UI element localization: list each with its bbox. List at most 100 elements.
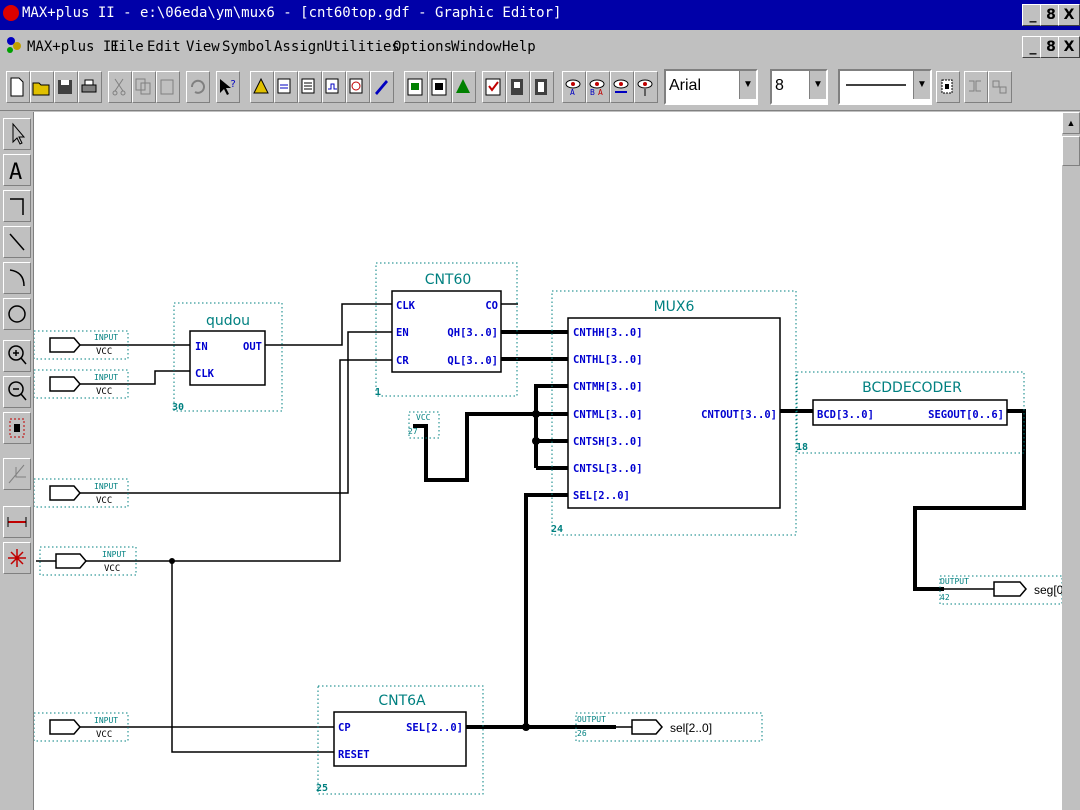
font-select[interactable]: Arial ▼ — [664, 69, 758, 105]
tree-icon — [456, 79, 470, 93]
eye-link-icon — [613, 79, 629, 93]
cnt60-block[interactable]: CNT60 CLK EN CR CO QH[3..0] QL[3..0] 1 — [375, 262, 518, 398]
menu-file[interactable]: File — [110, 39, 144, 55]
eye-a-button[interactable]: A — [562, 71, 586, 103]
cnt6a-pin-sel: SEL[2..0] — [406, 722, 463, 734]
bcddecoder-number: 18 — [796, 442, 808, 453]
doc-close-button[interactable]: X — [1058, 36, 1080, 58]
mux6-block[interactable]: MUX6 CNTHH[3..0] CNTHL[3..0] CNTMH[3..0]… — [551, 290, 797, 536]
svg-text:B: B — [590, 88, 595, 97]
compiler-button[interactable] — [298, 71, 322, 103]
eye-line-button[interactable] — [634, 71, 658, 103]
programmer-button[interactable] — [370, 71, 394, 103]
timing-analyzer-button[interactable] — [346, 71, 370, 103]
cnt6a-block[interactable]: CNT6A CP RESET SEL[2..0] 25 — [316, 685, 484, 795]
check-button[interactable] — [482, 71, 506, 103]
device-icon — [511, 79, 523, 95]
menu-assign[interactable]: Assign — [274, 39, 325, 55]
qudou-pin-clk: CLK — [195, 368, 215, 380]
text-tool[interactable]: A — [3, 154, 31, 186]
hierarchy-button[interactable] — [250, 71, 274, 103]
chevron-down-icon[interactable]: ▼ — [739, 71, 756, 99]
menu-utilities[interactable]: Utilities — [324, 39, 400, 55]
cross-tool[interactable] — [3, 542, 31, 574]
symbol-doc-icon — [431, 78, 447, 96]
mux6-pin-sel: SEL[2..0] — [573, 490, 630, 502]
copy-button[interactable] — [132, 71, 156, 103]
cut-icon — [112, 78, 126, 96]
schematic-canvas[interactable]: qudou IN CLK OUT 30 CNT60 CLK EN CR CO Q… — [34, 112, 1062, 810]
save-button[interactable] — [54, 71, 78, 103]
vertical-scrollbar[interactable]: ▲ — [1062, 112, 1080, 810]
close-button[interactable]: X — [1058, 4, 1080, 26]
arc-tool[interactable] — [3, 262, 31, 294]
menu-symbol[interactable]: Symbol — [222, 39, 273, 55]
cnt60-name: CNT60 — [425, 272, 472, 288]
flip-h-button[interactable] — [964, 71, 988, 103]
zoom-in-tool[interactable] — [3, 340, 31, 372]
bcddecoder-block[interactable]: BCDDECODER BCD[3..0] SEGOUT[0..6] 18 — [796, 371, 1025, 454]
cut-button[interactable] — [108, 71, 132, 103]
bcd-pin-bcd: BCD[3..0] — [817, 409, 874, 421]
rubberband-button[interactable] — [936, 71, 960, 103]
text-a-icon: A — [9, 160, 22, 185]
output-number: 26 — [577, 729, 587, 738]
snap-tool[interactable] — [3, 458, 31, 490]
menu-maxplus[interactable]: MAX+plus II — [27, 39, 120, 55]
timing-analyzer-icon — [349, 78, 363, 94]
menu-window[interactable]: Window — [451, 39, 502, 55]
open-file-button[interactable] — [30, 71, 54, 103]
line-style-select[interactable]: ▼ — [838, 69, 932, 105]
snap-icon — [8, 464, 26, 484]
floorplan-button[interactable] — [274, 71, 298, 103]
circle-icon — [8, 305, 26, 323]
menu-options[interactable]: Options — [393, 39, 452, 55]
menu-help[interactable]: Help — [502, 39, 536, 55]
fit-in-window-tool[interactable] — [3, 412, 31, 444]
scroll-thumb[interactable] — [1062, 136, 1080, 166]
open-sch-button[interactable] — [404, 71, 428, 103]
font-size-value: 8 — [775, 77, 784, 94]
open-sym-button[interactable] — [428, 71, 452, 103]
simulator-button[interactable] — [322, 71, 346, 103]
scroll-up-icon[interactable]: ▲ — [1062, 112, 1080, 134]
schematic-doc-icon — [407, 78, 423, 96]
bcddecoder-name: BCDDECODER — [862, 380, 962, 396]
eye-ba-button[interactable]: BA — [586, 71, 610, 103]
qudou-block[interactable]: qudou IN CLK OUT 30 — [172, 302, 283, 413]
help-button[interactable]: ? — [216, 71, 240, 103]
font-size-select[interactable]: 8 ▼ — [770, 69, 828, 105]
print-icon — [81, 79, 97, 93]
ortho-line-icon — [10, 198, 24, 215]
diagonal-line-tool[interactable] — [3, 226, 31, 258]
qudou-name: qudou — [206, 313, 250, 329]
output-number: 42 — [940, 593, 950, 602]
app-icon[interactable] — [3, 5, 19, 21]
schematic-drawing[interactable]: qudou IN CLK OUT 30 CNT60 CLK EN CR CO Q… — [34, 112, 1062, 810]
hierarchy-icon — [253, 77, 269, 94]
undo-button[interactable] — [186, 71, 210, 103]
new-file-button[interactable] — [6, 71, 30, 103]
maxplus-icon[interactable] — [4, 34, 24, 56]
pin-button[interactable] — [530, 71, 554, 103]
output-pin-seg[interactable]: OUTPUT 42 seg[0 — [939, 575, 1062, 605]
zoom-out-tool[interactable] — [3, 376, 31, 408]
rotate-button[interactable] — [988, 71, 1012, 103]
selection-tool[interactable] — [3, 118, 31, 150]
menu-edit[interactable]: Edit — [147, 39, 181, 55]
orthogonal-line-tool[interactable] — [3, 190, 31, 222]
menu-view[interactable]: View — [186, 39, 220, 55]
mux6-pin-cntsh: CNTSH[3..0] — [573, 436, 643, 448]
cnt6a-name: CNT6A — [378, 693, 426, 709]
chevron-down-icon[interactable]: ▼ — [913, 71, 930, 99]
device-button[interactable] — [506, 71, 530, 103]
bcd-pin-segout: SEGOUT[0..6] — [928, 409, 1004, 421]
chevron-down-icon[interactable]: ▼ — [809, 71, 826, 99]
connect-tool[interactable] — [3, 506, 31, 538]
paste-button[interactable] — [156, 71, 180, 103]
eye-link-button[interactable] — [610, 71, 634, 103]
input-vcc: VCC — [96, 496, 112, 506]
circle-tool[interactable] — [3, 298, 31, 330]
open-tree-button[interactable] — [452, 71, 476, 103]
print-button[interactable] — [78, 71, 102, 103]
